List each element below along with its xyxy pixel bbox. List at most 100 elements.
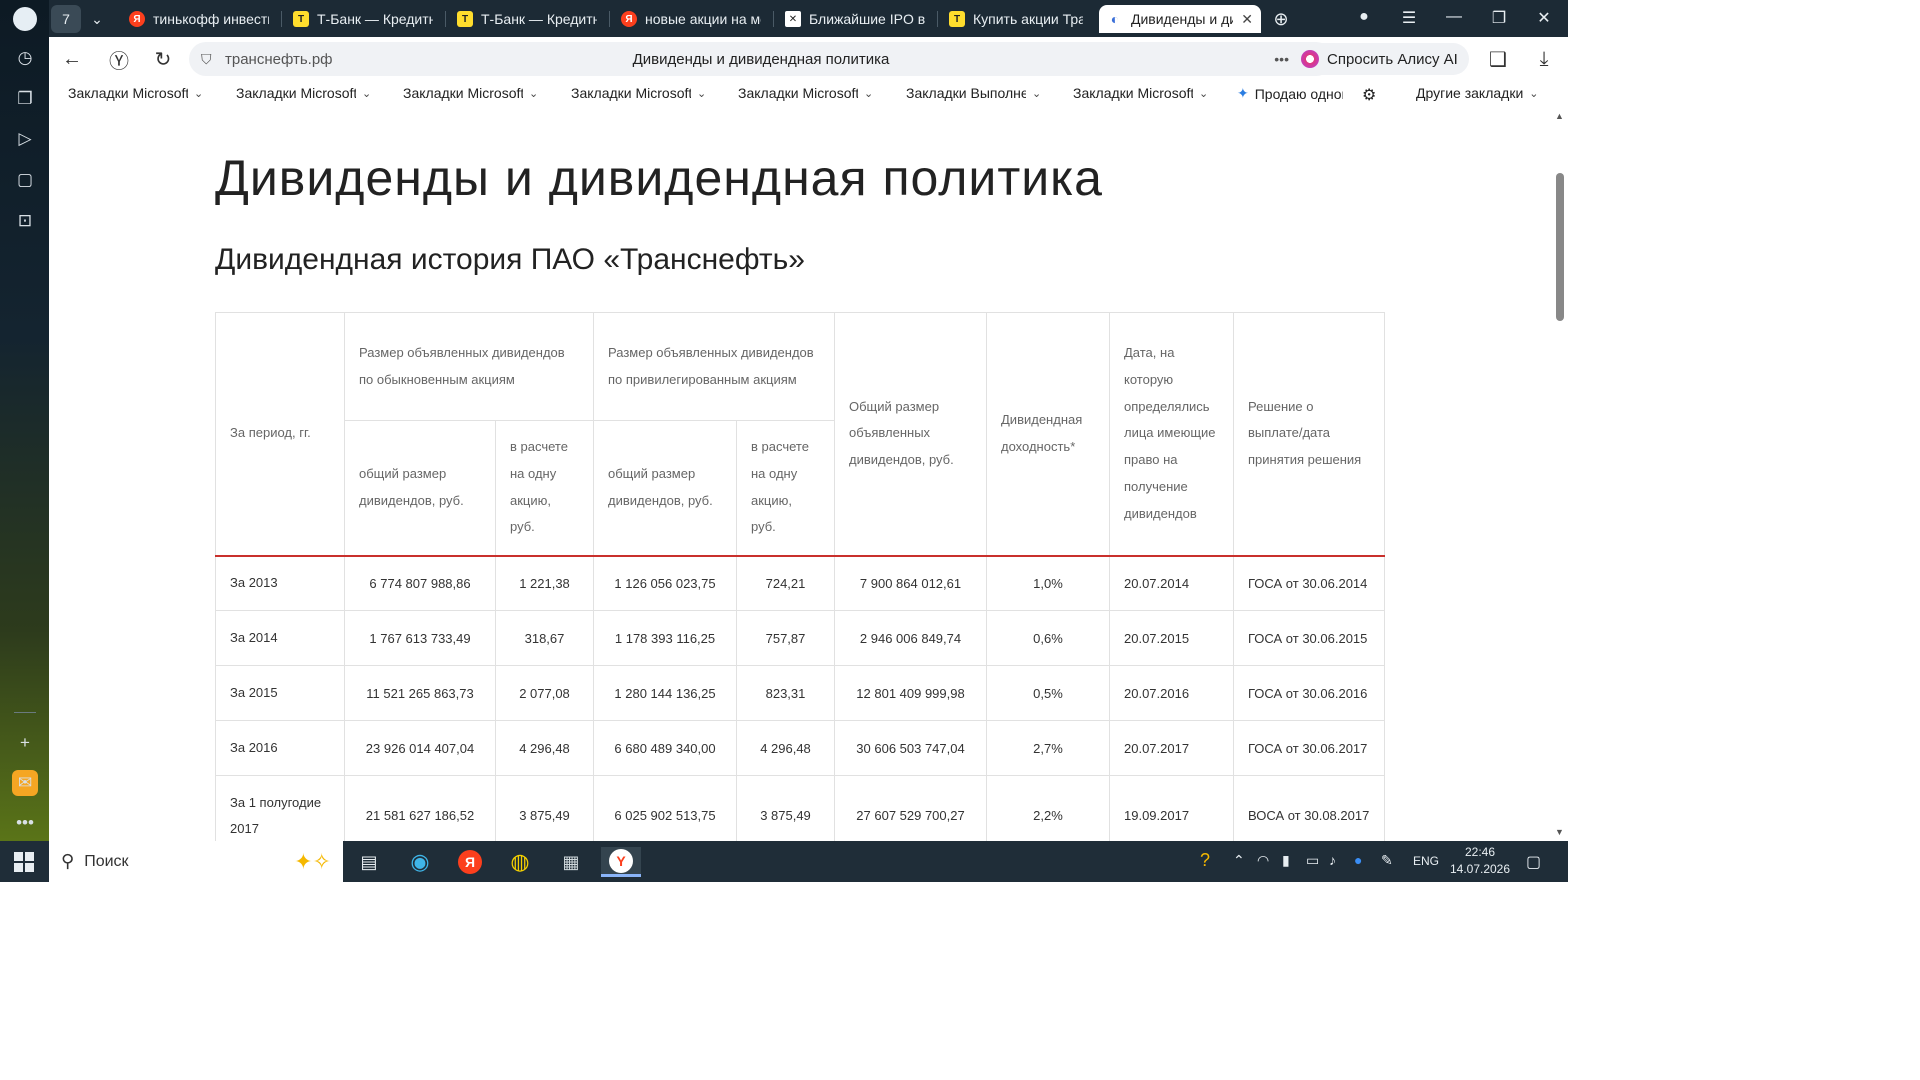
tab-6-active[interactable]: ◐ Дивиденды и ди ✕ [1099,5,1261,33]
battery-icon[interactable]: ▭ [1306,852,1319,869]
bookmark-folder-6[interactable]: Закладки Microsoft ⌄ [1073,85,1208,101]
bookmarks-settings-icon[interactable]: ⚙ [1362,85,1376,105]
chevron-down-icon: ⌄ [529,87,539,100]
scroll-up-arrow-icon[interactable]: ▲ [1555,111,1564,121]
restore-icon[interactable]: ❐ [1489,8,1509,28]
show-hidden-icons-chevron-icon[interactable]: ⌃ [1233,852,1245,869]
tab-label: Ближайшие IPO в 2 [809,11,925,27]
alice-icon [1301,50,1319,68]
windows-taskbar: ⚲ Поиск ✦✧ ▤ ◉ Я ◍ ▦ Y ? ⌃ ◠ ▮ ▭ ♪ ● ✎ E… [0,841,1568,882]
reader-mode-icon[interactable]: ❑ [1485,47,1511,71]
video-icon[interactable]: ▷ [12,126,38,152]
notifications-icon[interactable]: ▢ [1526,852,1541,872]
add-panel-icon[interactable]: + [12,730,38,756]
windows-start-icon[interactable] [14,852,34,872]
cell-grand-total: 7 900 864 012,61 [834,555,987,611]
tbank-favicon-icon: Т [457,11,473,27]
cell-common-per-share: 2 077,08 [495,665,594,721]
profile-icon[interactable]: ● [1354,8,1374,26]
browser-side-panel: ◷ ❐ ▷ ▢ ⊡ + ✉ ••• [0,0,49,841]
cell-pref-total: 1 280 144 136,25 [593,665,737,721]
cell-period: За 2013 [215,555,345,611]
yandex-favicon-icon: Я [621,11,637,27]
tab-5[interactable]: Т Купить акции Тран [941,5,1091,33]
cell-grand-total: 27 607 529 700,27 [834,775,987,841]
ask-alice-label: Спросить Алису AI [1327,50,1458,68]
header-pref-total: общий размер дивидендов, руб. [593,420,737,557]
calendar-icon[interactable]: ▢ [12,167,38,193]
table-row: За 2016 23 926 014 407,04 4 296,48 6 680… [215,720,1385,776]
header-common-total: общий размер дивидендов, руб. [344,420,496,557]
page-scrollbar[interactable]: ▲ ▼ [1552,107,1568,841]
cell-yield: 2,2% [986,775,1110,841]
taskbar-search-box[interactable]: ⚲ Поиск ✦✧ [49,841,343,882]
cell-grand-total: 2 946 006 849,74 [834,610,987,666]
other-bookmarks-folder[interactable]: Другие закладки ⌄ [1416,85,1539,101]
bookmark-folder-3[interactable]: Закладки Microsoft ⌄ [571,85,706,101]
help-icon[interactable]: ? [1200,850,1210,871]
pen-icon[interactable]: ✎ [1381,852,1393,869]
tab-group-counter[interactable]: 7 [51,5,81,33]
history-icon[interactable]: ◷ [12,45,38,71]
tab-3[interactable]: Я новые акции на мо [613,5,769,33]
microphone-icon[interactable]: ▮ [1282,852,1290,869]
bookmark-label: Продаю однок [1254,85,1343,102]
back-button[interactable]: ← [59,47,85,71]
tab-1[interactable]: Т Т-Банк — Кредитн [285,5,441,33]
task-view-icon[interactable]: ▤ [349,847,389,877]
vpn-icon[interactable]: ● [1354,852,1362,868]
cell-period: За 2014 [215,610,345,666]
table-row: За 1 полугодие 2017 21 581 627 186,52 3 … [215,775,1385,841]
screenshot-icon[interactable]: ⊡ [12,208,38,234]
mail-icon[interactable]: ✉ [12,770,38,796]
cell-yield: 1,0% [986,555,1110,611]
close-tab-icon[interactable]: ✕ [1241,11,1253,28]
language-indicator[interactable]: ENG [1413,854,1439,868]
bookmark-folder-5[interactable]: Закладки Выполнен ⌄ [906,85,1041,101]
cell-common-per-share: 3 875,49 [495,775,594,841]
chevron-down-icon: ⌄ [1032,87,1042,100]
calculator-icon[interactable]: ▦ [551,847,591,877]
wifi-icon[interactable]: ◠ [1257,852,1269,869]
taskbar-clock[interactable]: 22:46 14.07.2026 [1440,844,1520,878]
chevron-down-icon: ⌄ [194,87,204,100]
scrollbar-thumb[interactable] [1556,173,1564,321]
tab-count-label: 7 [62,11,70,27]
yandex-home-icon[interactable]: Ⓨ [106,47,132,73]
yandex-browser-icon[interactable]: Y [601,847,641,877]
more-icon[interactable]: ••• [12,810,38,836]
search-icon: ⚲ [61,851,75,871]
bookmark-folder-2[interactable]: Закладки Microsoft ⌄ [403,85,538,101]
tab-4[interactable]: ✕ Ближайшие IPO в 2 [777,5,933,33]
minimize-icon[interactable]: — [1444,8,1464,26]
tbank-favicon-icon: Т [293,11,309,27]
omnibox[interactable]: ⛉ транснефть.рф Дивиденды и дивидендная … [189,42,1333,76]
volume-icon[interactable]: ♪ [1329,852,1336,868]
new-tab-icon[interactable]: ⊕ [1269,5,1293,33]
more-options-icon[interactable]: ••• [1274,51,1289,67]
bookmark-folder-0[interactable]: Закладки Microsoft ⌄ [68,85,203,101]
cell-record-date: 20.07.2017 [1109,720,1234,776]
yandex-app-icon[interactable]: Я [450,847,490,877]
tab-label: Купить акции Тран [973,11,1083,27]
yandex-favicon-icon: Я [129,11,145,27]
downloads-icon[interactable]: ⤓ [1531,47,1557,71]
bookmark-folder-1[interactable]: Закладки Microsoft ⌄ [236,85,371,101]
reload-icon[interactable]: ↻ [150,47,176,71]
profile-avatar-icon[interactable] [12,6,38,32]
tab-list-chevron-icon[interactable]: ⌄ [85,5,109,33]
bookmark-folder-4[interactable]: Закладки Microsoft ⌄ [738,85,873,101]
cell-common-per-share: 1 221,38 [495,555,594,611]
chevron-down-icon: ⌄ [1529,87,1539,100]
bookmark-link-7[interactable]: ✦ Продаю однок [1237,85,1343,102]
menu-icon[interactable]: ☰ [1399,8,1419,28]
toloka-icon[interactable]: ◍ [500,847,540,877]
scroll-down-arrow-icon[interactable]: ▼ [1555,827,1564,837]
close-window-icon[interactable]: ✕ [1534,8,1554,28]
edge-icon[interactable]: ◉ [400,847,440,877]
tab-2[interactable]: Т Т-Банк — Кредитн [449,5,605,33]
tab-0[interactable]: Я тинькофф инвести [121,5,277,33]
cell-period: За 1 полугодие 2017 [215,775,345,841]
ask-alice-button[interactable]: Спросить Алису AI [1293,43,1469,75]
collections-icon[interactable]: ❐ [12,86,38,112]
